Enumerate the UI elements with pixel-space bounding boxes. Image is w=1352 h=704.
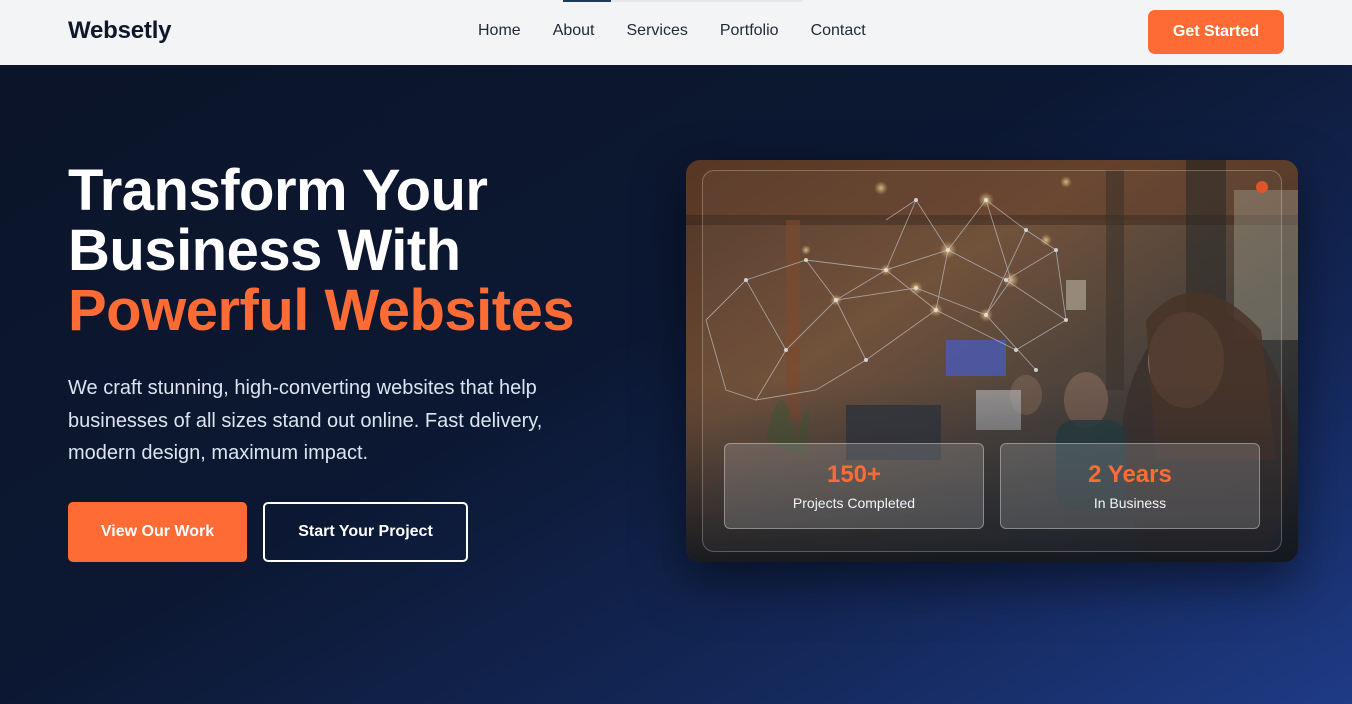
stat-label: In Business xyxy=(1093,495,1167,511)
nav-link-services[interactable]: Services xyxy=(627,22,688,40)
hero-title: Transform Your Business With Powerful We… xyxy=(68,158,575,343)
nav-link-home[interactable]: Home xyxy=(478,22,521,40)
hero-section: Transform Your Business With Powerful We… xyxy=(0,65,1352,704)
record-dot-icon xyxy=(1256,181,1268,193)
hero-description: We craft stunning, high-converting websi… xyxy=(68,377,543,464)
stat-label: Projects Completed xyxy=(792,495,916,511)
top-navbar: Websetly Home About Services Portfolio C… xyxy=(0,0,1352,65)
stat-card-projects: 150+ Projects Completed xyxy=(724,443,984,529)
stat-value: 150+ xyxy=(826,461,882,488)
start-your-project-button[interactable]: Start Your Project xyxy=(263,502,468,562)
main-menu: Home About Services Portfolio Contact xyxy=(478,22,866,40)
get-started-button[interactable]: Get Started xyxy=(1148,10,1284,54)
hero-title-line-2: Business With xyxy=(68,218,461,283)
hero-title-line-1: Transform Your xyxy=(68,158,488,223)
stat-value: 2 Years xyxy=(1088,461,1172,488)
hero-image-card: 150+ Projects Completed 2 Years In Busin… xyxy=(686,160,1298,562)
nav-scroll-indicator xyxy=(563,0,803,2)
hero-title-accent: Powerful Websites xyxy=(68,278,575,343)
brand-logo[interactable]: Websetly xyxy=(68,17,172,45)
view-our-work-button[interactable]: View Our Work xyxy=(68,502,247,562)
nav-link-contact[interactable]: Contact xyxy=(811,22,866,40)
stat-card-years: 2 Years In Business xyxy=(1000,443,1260,529)
nav-link-about[interactable]: About xyxy=(553,22,595,40)
nav-link-portfolio[interactable]: Portfolio xyxy=(720,22,779,40)
